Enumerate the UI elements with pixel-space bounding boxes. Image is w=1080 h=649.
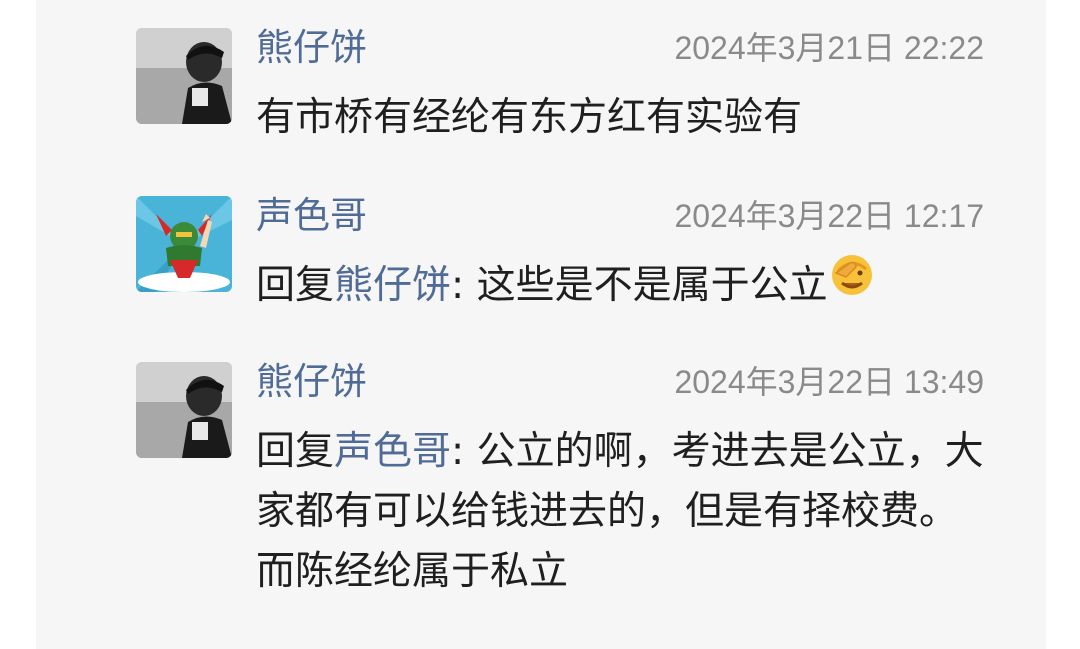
commenter-name[interactable]: 熊仔饼 bbox=[256, 362, 367, 402]
reply-mention[interactable]: 声色哥 bbox=[334, 429, 451, 474]
comment-body: 有市桥有经纶有东方红有实验有 bbox=[256, 95, 803, 140]
avatar-person-bw-icon bbox=[136, 28, 232, 124]
comment-text: 回复声色哥: 公立的啊，考进去是公立，大家都有可以给钱进去的，但是有择校费。而陈… bbox=[256, 422, 986, 602]
comment-text: 有市桥有经纶有东方红有实验有 bbox=[256, 88, 986, 148]
facepalm-emoji-icon bbox=[830, 253, 874, 315]
comment-body: : 这些是不是属于公立 bbox=[451, 263, 828, 308]
comment-list: 熊仔饼 2024年3月21日 22:22 有市桥有经纶有东方红有实验有 声色哥 … bbox=[36, 0, 1046, 649]
comment-timestamp: 2024年3月22日 12:17 bbox=[674, 198, 984, 234]
commenter-name[interactable]: 熊仔饼 bbox=[256, 28, 367, 68]
avatar-superhero-cartoon-icon bbox=[136, 196, 232, 292]
comment-timestamp: 2024年3月21日 22:22 bbox=[674, 30, 984, 66]
comment-text: 回复熊仔饼: 这些是不是属于公立 bbox=[256, 253, 986, 319]
avatar[interactable] bbox=[136, 362, 232, 458]
reply-prefix: 回复 bbox=[256, 429, 335, 474]
reply-mention[interactable]: 熊仔饼 bbox=[334, 263, 451, 308]
avatar[interactable] bbox=[136, 196, 232, 292]
comment-timestamp: 2024年3月22日 13:49 bbox=[674, 364, 984, 400]
reply-prefix: 回复 bbox=[256, 263, 335, 308]
avatar-person-bw-icon bbox=[136, 362, 232, 458]
avatar[interactable] bbox=[136, 28, 232, 124]
commenter-name[interactable]: 声色哥 bbox=[256, 196, 367, 236]
